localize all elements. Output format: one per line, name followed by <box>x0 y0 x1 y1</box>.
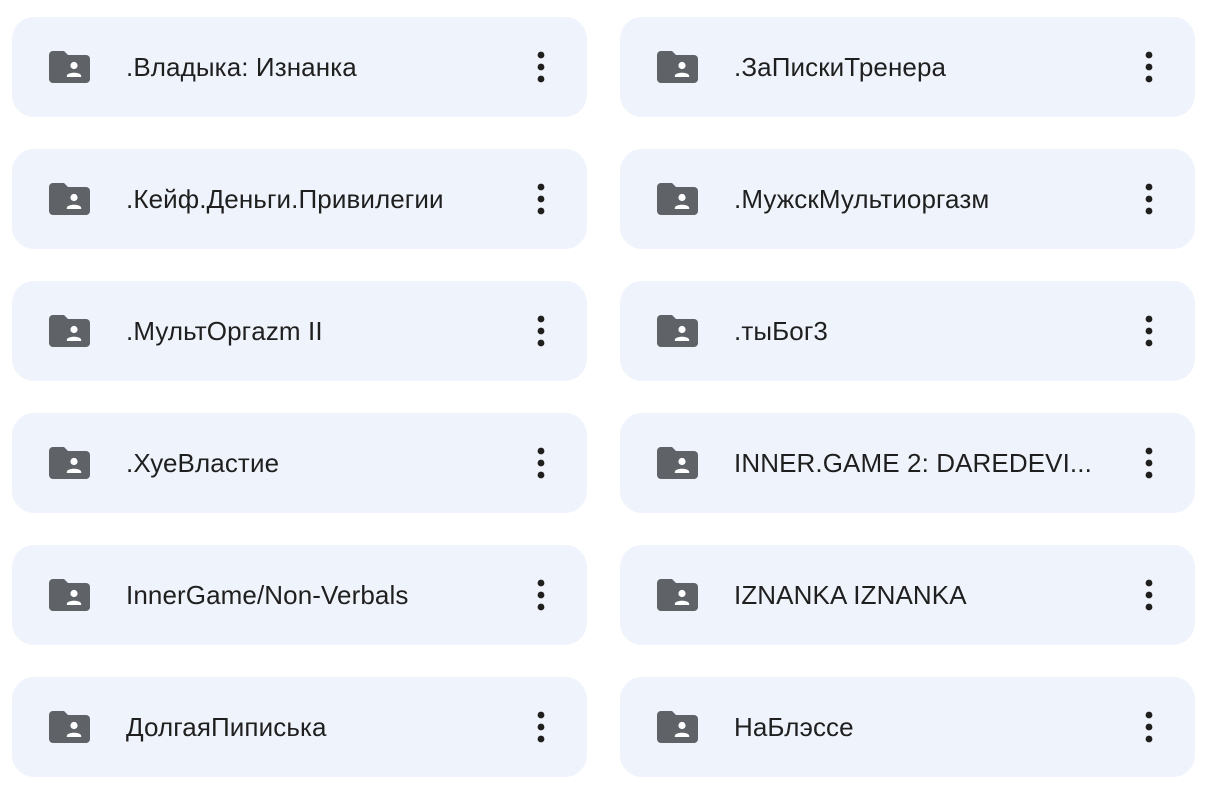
more-vert-icon <box>1145 711 1153 743</box>
folder-name: ДолгаяПиписька <box>126 712 327 742</box>
shared-folder-icon <box>657 579 698 611</box>
shared-folder-icon <box>49 315 90 347</box>
shared-folder-icon <box>49 447 90 479</box>
folder-card[interactable]: .ЗаПискиТренера <box>620 17 1195 117</box>
folder-card[interactable]: InnerGame/Non-Verbals <box>12 545 587 645</box>
folder-name: INNER.GAME 2: DAREDEVI... <box>734 448 1092 478</box>
shared-folder-icon <box>657 51 698 83</box>
more-vert-icon <box>537 183 545 215</box>
folder-name: .ЗаПискиТренера <box>734 52 947 82</box>
more-vert-icon <box>1145 447 1153 479</box>
folder-grid: .Владыка: Изнанка .ЗаПискиТренера .Кейф.… <box>0 0 1208 790</box>
folder-name: .ХуеВластие <box>126 448 280 478</box>
more-vert-icon <box>537 579 545 611</box>
folder-name: .Владыка: Изнанка <box>126 52 357 82</box>
folder-card[interactable]: .Кейф.Деньги.Привилегии <box>12 149 587 249</box>
folder-card[interactable]: НаБлэссе <box>620 677 1195 777</box>
more-vert-icon <box>537 51 545 83</box>
more-vert-icon <box>537 711 545 743</box>
shared-folder-icon <box>49 711 90 743</box>
folder-name: .МультOргazm II <box>126 316 323 346</box>
folder-card[interactable]: IZNANKA IZNANKA <box>620 545 1195 645</box>
more-vert-icon <box>537 315 545 347</box>
folder-name: .Кейф.Деньги.Привилегии <box>126 184 444 214</box>
shared-folder-icon <box>657 183 698 215</box>
more-vert-icon <box>537 447 545 479</box>
folder-card[interactable]: INNER.GAME 2: DAREDEVI... <box>620 413 1195 513</box>
folder-card[interactable]: .МультOргazm II <box>12 281 587 381</box>
folder-card[interactable]: .Владыка: Изнанка <box>12 17 587 117</box>
more-actions-button[interactable] <box>521 311 561 351</box>
shared-folder-icon <box>657 711 698 743</box>
shared-folder-icon <box>49 51 90 83</box>
more-vert-icon <box>1145 51 1153 83</box>
more-actions-button[interactable] <box>1129 311 1169 351</box>
folder-card[interactable]: ДолгаяПиписька <box>12 677 587 777</box>
folder-card[interactable]: .тыБог3 <box>620 281 1195 381</box>
more-actions-button[interactable] <box>521 47 561 87</box>
shared-folder-icon <box>657 447 698 479</box>
folder-name: InnerGame/Non-Verbals <box>126 580 409 610</box>
shared-folder-icon <box>657 315 698 347</box>
folder-name: .тыБог3 <box>734 316 828 346</box>
more-actions-button[interactable] <box>1129 707 1169 747</box>
more-vert-icon <box>1145 183 1153 215</box>
shared-folder-icon <box>49 183 90 215</box>
folder-name: НаБлэссе <box>734 712 854 742</box>
folder-card[interactable]: .МужскМультиоргазм <box>620 149 1195 249</box>
more-actions-button[interactable] <box>1129 443 1169 483</box>
more-vert-icon <box>1145 579 1153 611</box>
more-vert-icon <box>1145 315 1153 347</box>
more-actions-button[interactable] <box>1129 47 1169 87</box>
shared-folder-icon <box>49 579 90 611</box>
folder-name: IZNANKA IZNANKA <box>734 580 967 610</box>
more-actions-button[interactable] <box>521 179 561 219</box>
folder-name: .МужскМультиоргазм <box>734 184 990 214</box>
more-actions-button[interactable] <box>521 443 561 483</box>
more-actions-button[interactable] <box>521 575 561 615</box>
more-actions-button[interactable] <box>521 707 561 747</box>
more-actions-button[interactable] <box>1129 179 1169 219</box>
more-actions-button[interactable] <box>1129 575 1169 615</box>
folder-card[interactable]: .ХуеВластие <box>12 413 587 513</box>
